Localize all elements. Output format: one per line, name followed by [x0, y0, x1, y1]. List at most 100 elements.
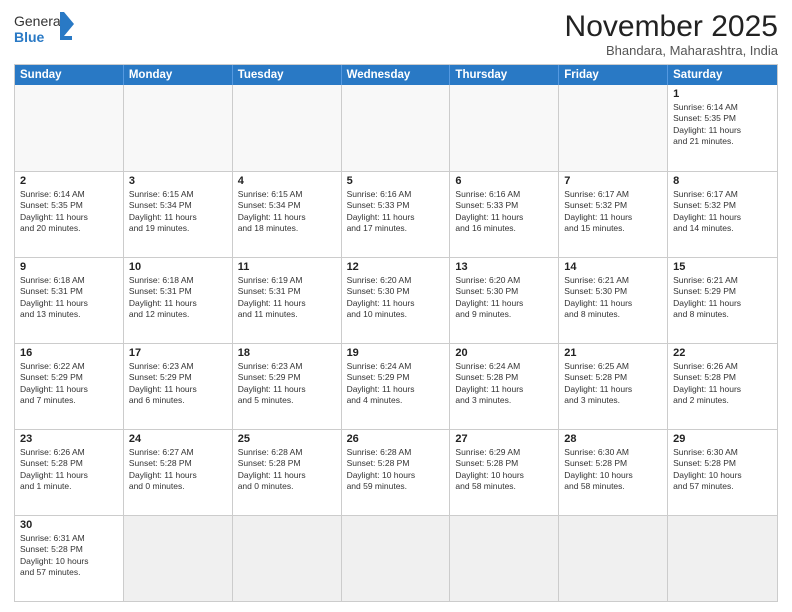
day-info: Sunrise: 6:26 AM Sunset: 5:28 PM Dayligh… [20, 447, 118, 493]
day-cell-17: 17Sunrise: 6:23 AM Sunset: 5:29 PM Dayli… [124, 344, 233, 429]
calendar: SundayMondayTuesdayWednesdayThursdayFrid… [14, 64, 778, 602]
day-number: 15 [673, 261, 772, 273]
day-number: 24 [129, 433, 227, 445]
day-info: Sunrise: 6:18 AM Sunset: 5:31 PM Dayligh… [20, 275, 118, 321]
day-info: Sunrise: 6:23 AM Sunset: 5:29 PM Dayligh… [129, 361, 227, 407]
day-cell-28: 28Sunrise: 6:30 AM Sunset: 5:28 PM Dayli… [559, 430, 668, 515]
empty-cell [559, 516, 668, 601]
day-info: Sunrise: 6:16 AM Sunset: 5:33 PM Dayligh… [347, 189, 445, 235]
day-number: 18 [238, 347, 336, 359]
day-info: Sunrise: 6:15 AM Sunset: 5:34 PM Dayligh… [129, 189, 227, 235]
day-cell-30: 30Sunrise: 6:31 AM Sunset: 5:28 PM Dayli… [15, 516, 124, 601]
day-info: Sunrise: 6:18 AM Sunset: 5:31 PM Dayligh… [129, 275, 227, 321]
header-day-saturday: Saturday [668, 65, 777, 85]
day-cell-12: 12 Sunrise: 6:20 AM Sunset: 5:30 PM Dayli… [342, 258, 451, 343]
day-cell-14: 14 Sunrise: 6:21 AM Sunset: 5:30 PM Dayli… [559, 258, 668, 343]
header-day-thursday: Thursday [450, 65, 559, 85]
day-info: Sunrise: 6:14 AM Sunset: 5:35 PM Dayligh… [673, 102, 772, 148]
day-cell-27: 27 Sunrise: 6:29 AM Sunset: 5:28 PM Dayli… [450, 430, 559, 515]
empty-cell [668, 516, 777, 601]
day-cell-7: 7 Sunrise: 6:17 AM Sunset: 5:32 PM Daylig… [559, 172, 668, 257]
day-cell-3: 3 Sunrise: 6:15 AM Sunset: 5:34 PM Daylig… [124, 172, 233, 257]
day-cell-29: 29Sunrise: 6:30 AM Sunset: 5:28 PM Dayli… [668, 430, 777, 515]
logo: General Blue [14, 10, 74, 50]
empty-cell [233, 516, 342, 601]
day-cell-25: 25Sunrise: 6:28 AM Sunset: 5:28 PM Dayli… [233, 430, 342, 515]
month-title: November 2025 [565, 10, 778, 43]
empty-cell [124, 516, 233, 601]
empty-cell [15, 85, 124, 171]
title-block: November 2025 Bhandara, Maharashtra, Ind… [565, 10, 778, 58]
logo-svg: General Blue [14, 10, 74, 50]
day-info: Sunrise: 6:14 AM Sunset: 5:35 PM Dayligh… [20, 189, 118, 235]
day-info: Sunrise: 6:23 AM Sunset: 5:29 PM Dayligh… [238, 361, 336, 407]
page-header: General Blue November 2025 Bhandara, Mah… [14, 10, 778, 58]
day-cell-2: 2 Sunrise: 6:14 AM Sunset: 5:35 PM Daylig… [15, 172, 124, 257]
day-cell-24: 24Sunrise: 6:27 AM Sunset: 5:28 PM Dayli… [124, 430, 233, 515]
day-info: Sunrise: 6:20 AM Sunset: 5:30 PM Dayligh… [455, 275, 553, 321]
day-cell-21: 21 Sunrise: 6:25 AM Sunset: 5:28 PM Dayli… [559, 344, 668, 429]
day-cell-9: 9 Sunrise: 6:18 AM Sunset: 5:31 PM Daylig… [15, 258, 124, 343]
location: Bhandara, Maharashtra, India [565, 43, 778, 58]
week-row-0: 1 Sunrise: 6:14 AM Sunset: 5:35 PM Daylig… [15, 85, 777, 171]
header-day-wednesday: Wednesday [342, 65, 451, 85]
day-number: 14 [564, 261, 662, 273]
day-cell-11: 11Sunrise: 6:19 AM Sunset: 5:31 PM Dayli… [233, 258, 342, 343]
day-info: Sunrise: 6:21 AM Sunset: 5:29 PM Dayligh… [673, 275, 772, 321]
day-cell-19: 19 Sunrise: 6:24 AM Sunset: 5:29 PM Dayli… [342, 344, 451, 429]
day-info: Sunrise: 6:29 AM Sunset: 5:28 PM Dayligh… [455, 447, 553, 493]
day-number: 12 [347, 261, 445, 273]
day-number: 19 [347, 347, 445, 359]
empty-cell [342, 85, 451, 171]
calendar-header: SundayMondayTuesdayWednesdayThursdayFrid… [15, 65, 777, 85]
day-cell-13: 13Sunrise: 6:20 AM Sunset: 5:30 PM Dayli… [450, 258, 559, 343]
empty-cell [559, 85, 668, 171]
day-info: Sunrise: 6:15 AM Sunset: 5:34 PM Dayligh… [238, 189, 336, 235]
day-number: 4 [238, 175, 336, 187]
day-number: 28 [564, 433, 662, 445]
day-info: Sunrise: 6:24 AM Sunset: 5:29 PM Dayligh… [347, 361, 445, 407]
day-number: 27 [455, 433, 553, 445]
day-number: 22 [673, 347, 772, 359]
day-number: 9 [20, 261, 118, 273]
day-info: Sunrise: 6:16 AM Sunset: 5:33 PM Dayligh… [455, 189, 553, 235]
week-row-3: 16 Sunrise: 6:22 AM Sunset: 5:29 PM Dayli… [15, 343, 777, 429]
day-number: 21 [564, 347, 662, 359]
empty-cell [450, 85, 559, 171]
day-info: Sunrise: 6:21 AM Sunset: 5:30 PM Dayligh… [564, 275, 662, 321]
day-cell-15: 15 Sunrise: 6:21 AM Sunset: 5:29 PM Dayli… [668, 258, 777, 343]
day-number: 10 [129, 261, 227, 273]
day-cell-4: 4 Sunrise: 6:15 AM Sunset: 5:34 PM Daylig… [233, 172, 342, 257]
day-cell-16: 16 Sunrise: 6:22 AM Sunset: 5:29 PM Dayli… [15, 344, 124, 429]
day-number: 11 [238, 261, 336, 273]
day-number: 1 [673, 88, 772, 100]
empty-cell [124, 85, 233, 171]
day-number: 8 [673, 175, 772, 187]
day-number: 7 [564, 175, 662, 187]
day-info: Sunrise: 6:25 AM Sunset: 5:28 PM Dayligh… [564, 361, 662, 407]
day-number: 3 [129, 175, 227, 187]
empty-cell [450, 516, 559, 601]
day-number: 16 [20, 347, 118, 359]
day-number: 23 [20, 433, 118, 445]
day-cell-5: 5Sunrise: 6:16 AM Sunset: 5:33 PM Daylig… [342, 172, 451, 257]
day-cell-10: 10 Sunrise: 6:18 AM Sunset: 5:31 PM Dayli… [124, 258, 233, 343]
header-day-friday: Friday [559, 65, 668, 85]
empty-cell [342, 516, 451, 601]
day-cell-23: 23 Sunrise: 6:26 AM Sunset: 5:28 PM Dayli… [15, 430, 124, 515]
day-cell-6: 6Sunrise: 6:16 AM Sunset: 5:33 PM Daylig… [450, 172, 559, 257]
day-number: 29 [673, 433, 772, 445]
week-row-2: 9 Sunrise: 6:18 AM Sunset: 5:31 PM Daylig… [15, 257, 777, 343]
day-number: 2 [20, 175, 118, 187]
day-info: Sunrise: 6:22 AM Sunset: 5:29 PM Dayligh… [20, 361, 118, 407]
day-number: 20 [455, 347, 553, 359]
header-day-monday: Monday [124, 65, 233, 85]
day-number: 25 [238, 433, 336, 445]
svg-text:General: General [14, 13, 64, 29]
day-info: Sunrise: 6:17 AM Sunset: 5:32 PM Dayligh… [564, 189, 662, 235]
calendar-body: 1 Sunrise: 6:14 AM Sunset: 5:35 PM Daylig… [15, 85, 777, 601]
day-cell-20: 20 Sunrise: 6:24 AM Sunset: 5:28 PM Dayli… [450, 344, 559, 429]
day-info: Sunrise: 6:24 AM Sunset: 5:28 PM Dayligh… [455, 361, 553, 407]
day-info: Sunrise: 6:17 AM Sunset: 5:32 PM Dayligh… [673, 189, 772, 235]
day-info: Sunrise: 6:20 AM Sunset: 5:30 PM Dayligh… [347, 275, 445, 321]
